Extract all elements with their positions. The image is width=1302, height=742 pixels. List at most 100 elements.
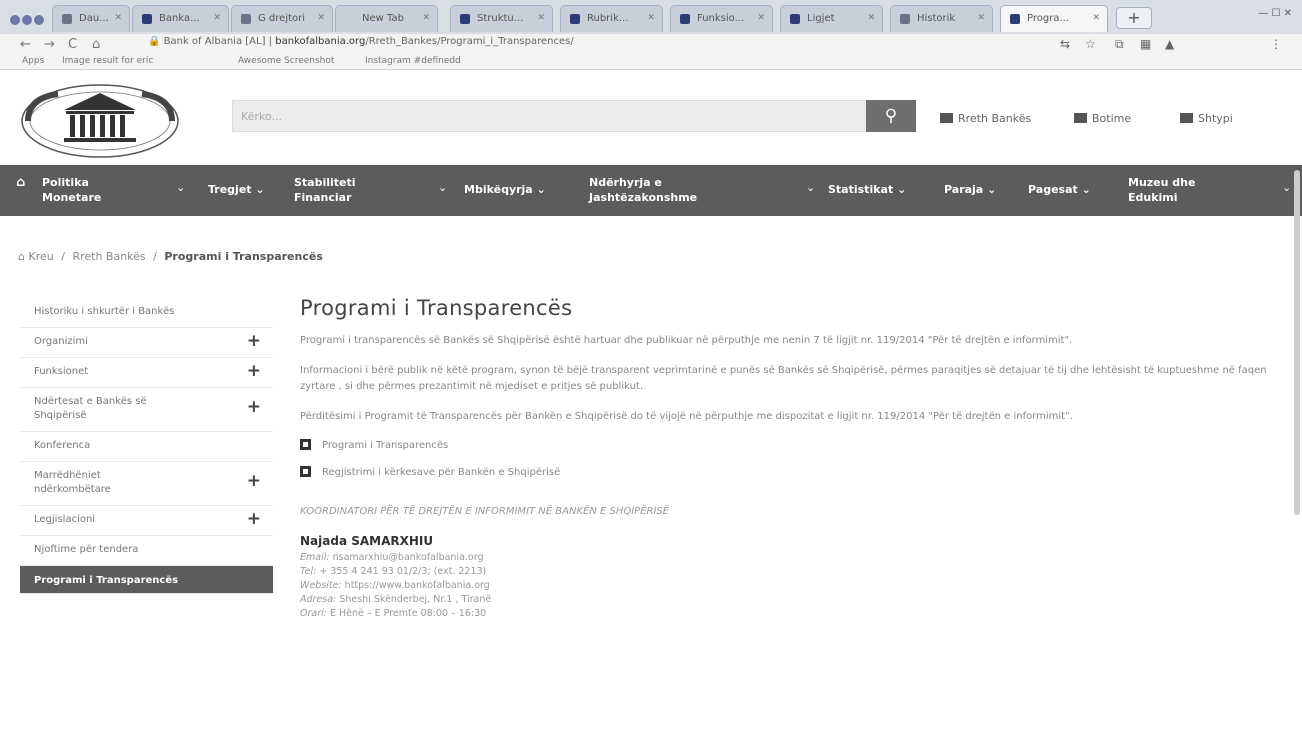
extension-icon[interactable]: ▲ — [1165, 37, 1174, 51]
tab-favicon-icon — [460, 14, 470, 24]
home-icon[interactable]: ⌂ — [92, 37, 100, 52]
breadcrumb-home[interactable]: Kreu — [28, 250, 53, 263]
window-controls[interactable]: — ☐ ✕ — [1258, 8, 1292, 19]
bank-of-albania-logo[interactable] — [18, 80, 183, 162]
scrollbar[interactable] — [1294, 170, 1300, 515]
translate-icon[interactable]: ⇆ — [1060, 37, 1070, 51]
window-menu[interactable] — [10, 10, 46, 25]
plus-icon[interactable]: + — [247, 473, 261, 490]
extension-icon[interactable]: ▦ — [1140, 37, 1151, 51]
chevron-down-icon[interactable]: ⌄ — [176, 181, 185, 194]
plus-icon[interactable]: + — [247, 363, 261, 380]
tab-label: Funksio... — [697, 13, 745, 24]
close-tab-icon[interactable]: ✕ — [867, 13, 875, 23]
breadcrumb: ⌂ Kreu / Rreth Bankës / Programi i Trans… — [18, 250, 323, 263]
browser-tab[interactable]: Rubrik... ✕ — [560, 5, 663, 32]
sidebar-item-label: Konferenca — [34, 440, 91, 451]
sidebar-item-njoftime[interactable]: Njoftime për tendera — [20, 536, 273, 566]
chevron-down-icon[interactable]: ⌄ — [438, 181, 447, 194]
browser-tab[interactable]: Banka... ✕ — [132, 5, 229, 32]
chevron-down-icon[interactable]: ⌄ — [806, 181, 815, 194]
browser-tab[interactable]: New Tab ✕ — [335, 5, 438, 32]
back-icon[interactable]: ← — [20, 37, 31, 52]
bookmark-item[interactable]: Instagram #definedd — [365, 56, 461, 66]
url-bar[interactable]: 🔒 Bank of Albania [AL] | bankofalbania.o… — [148, 36, 1028, 53]
nav-label: Muzeu dhe — [1128, 176, 1196, 189]
close-tab-icon[interactable]: ✕ — [757, 13, 765, 23]
nav-mbikeqyrja[interactable]: Mbikëqyrja ⌄ — [464, 165, 546, 216]
plus-icon[interactable]: + — [247, 333, 261, 350]
header-link-botime[interactable]: Botime — [1074, 112, 1131, 125]
browser-tab[interactable]: Dau... ✕ — [52, 5, 130, 32]
browser-tab[interactable]: Funksio... ✕ — [670, 5, 773, 32]
chevron-down-icon[interactable]: ⌄ — [1282, 181, 1291, 194]
close-tab-icon[interactable]: ✕ — [213, 13, 221, 23]
extension-icon[interactable]: ⧉ — [1115, 37, 1124, 52]
sidebar-item-label: Organizimi — [34, 336, 88, 347]
sidebar-item-ndertesat[interactable]: Ndërtesat e Bankës së Shqipërisë + — [20, 388, 273, 432]
tab-favicon-icon — [680, 14, 690, 24]
nav-statistikat[interactable]: Statistikat ⌄ — [828, 165, 906, 216]
nav-politika-monetare[interactable]: ⌂ Politika Monetare — [16, 165, 102, 216]
new-tab-button[interactable]: + — [1116, 7, 1152, 29]
document-link[interactable]: Programi i Transparencës — [300, 439, 1275, 451]
sidebar-item-organizimi[interactable]: Organizimi + — [20, 328, 273, 358]
close-tab-icon[interactable]: ✕ — [647, 13, 655, 23]
browser-tab[interactable]: Ligjet ✕ — [780, 5, 883, 32]
nav-nderhyrja-e-jashtezakonshme[interactable]: Ndërhyrja e Jashtëzakonshme — [589, 165, 697, 216]
search-input[interactable]: Kërko... — [232, 100, 867, 132]
bookmark-item[interactable]: Awesome Screenshot — [238, 56, 334, 66]
browser-tab[interactable]: G drejtori ✕ — [231, 5, 333, 32]
bookmark-apps[interactable]: Apps — [22, 56, 44, 66]
close-tab-icon[interactable]: ✕ — [317, 13, 325, 23]
sidebar-item-funksionet[interactable]: Funksionet + — [20, 358, 273, 388]
browser-tab-active[interactable]: Progra... ✕ — [1000, 5, 1108, 32]
tab-label: Progra... — [1027, 13, 1069, 24]
browser-tab[interactable]: Historik ✕ — [890, 5, 993, 32]
breadcrumb-parent[interactable]: Rreth Bankës — [72, 250, 145, 263]
website-link[interactable]: https://www.bankofalbania.org — [345, 580, 490, 591]
menu-icon[interactable]: ⋮ — [1270, 37, 1282, 51]
tab-favicon-icon — [790, 14, 800, 24]
contact-name: Najada SAMARXHIU — [300, 534, 434, 548]
url-domain: bankofalbania.org — [275, 36, 366, 47]
nav-label: Monetare — [42, 191, 102, 204]
nav-paraja[interactable]: Paraja ⌄ — [944, 165, 996, 216]
sidebar-item-programi-transparences[interactable]: Programi i Transparencës — [20, 566, 273, 594]
nav-muzeu-dhe-edukimi[interactable]: Muzeu dhe Edukimi — [1128, 165, 1195, 216]
email-link[interactable]: nsamarxhiu@bankofalbania.org — [333, 552, 484, 563]
nav-label: Jashtëzakonshme — [589, 191, 698, 204]
close-tab-icon[interactable]: ✕ — [114, 13, 122, 23]
close-tab-icon[interactable]: ✕ — [977, 13, 985, 23]
sidebar-item-konferenca[interactable]: Konferenca — [20, 432, 273, 462]
sidebar-item-legjislacioni[interactable]: Legjislacioni + — [20, 506, 273, 536]
nav-tregjet[interactable]: Tregjet ⌄ — [208, 165, 265, 216]
close-tab-icon[interactable]: ✕ — [422, 13, 430, 23]
document-link[interactable]: Regjistrimi i kërkesave për Bankën e Shq… — [300, 466, 1275, 478]
sidebar-item-label: Programi i Transparencës — [34, 575, 179, 586]
header-link-shtypi[interactable]: Shtypi — [1180, 112, 1233, 125]
nav-pagesat[interactable]: Pagesat ⌄ — [1028, 165, 1091, 216]
plus-icon[interactable]: + — [247, 399, 261, 416]
tab-label: Ligjet — [807, 13, 835, 24]
sidebar-item-label: Njoftime për tendera — [34, 544, 139, 555]
nav-label: Politika — [42, 176, 89, 189]
bookmark-item[interactable]: Image result for eric — [62, 56, 153, 66]
sidebar-item-label: Funksionet — [34, 366, 89, 377]
header-link-rreth-bankes[interactable]: Rreth Bankës — [940, 112, 1031, 125]
main-navigation: ⌂ Politika Monetare ⌄ Tregjet ⌄ Stabilitet… — [0, 165, 1302, 216]
tab-favicon-icon — [570, 14, 580, 24]
bookmark-star-icon[interactable]: ☆ — [1085, 37, 1096, 51]
sidebar-item-historiku[interactable]: Historiku i shkurtër i Bankës — [20, 298, 273, 328]
nav-stabiliteti-financiar[interactable]: Stabiliteti Financiar — [294, 165, 356, 216]
forward-icon[interactable]: → — [44, 37, 55, 52]
close-tab-icon[interactable]: ✕ — [537, 13, 545, 23]
tab-label: Banka... — [159, 13, 200, 24]
plus-icon[interactable]: + — [247, 511, 261, 528]
reload-icon[interactable]: C — [68, 37, 77, 52]
sidebar-item-marredheniet[interactable]: Marrëdhëniet ndërkombëtare + — [20, 462, 273, 506]
search-button[interactable]: ⚲ — [866, 100, 916, 132]
browser-tab[interactable]: Struktu... ✕ — [450, 5, 553, 32]
close-tab-icon[interactable]: ✕ — [1092, 13, 1100, 23]
home-icon: ⌂ — [18, 250, 25, 263]
